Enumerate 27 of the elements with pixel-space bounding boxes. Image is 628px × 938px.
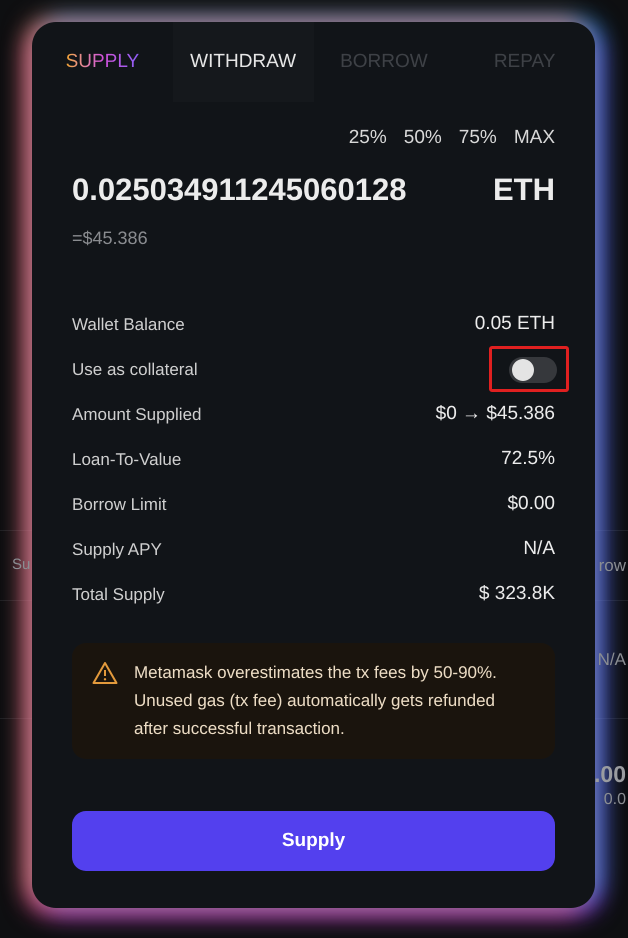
detail-label: Wallet Balance <box>72 314 185 336</box>
detail-value: $ 323.8K <box>478 582 555 606</box>
detail-value: $0 → $45.386 <box>436 402 555 426</box>
amount-input[interactable]: 0.025034911245060128 <box>72 166 406 213</box>
detail-label: Total Supply <box>72 584 165 606</box>
usd-value: =$45.386 <box>72 227 149 250</box>
detail-value: N/A <box>523 537 555 562</box>
detail-value: 0.05 ETH <box>474 312 555 336</box>
detail-label: Amount Supplied <box>72 404 202 426</box>
percent-button[interactable]: MAX <box>514 124 555 152</box>
supply-button[interactable]: Supply <box>72 811 555 871</box>
warning-icon <box>92 661 118 685</box>
detail-label: Loan-To-Value <box>72 448 182 471</box>
detail-label: Use as collateral <box>72 358 198 381</box>
detail-label: Borrow Limit <box>72 494 166 516</box>
tab[interactable]: SUPPLY <box>32 22 173 102</box>
percent-button[interactable]: 50% <box>404 124 442 152</box>
percent-button[interactable]: 25% <box>348 124 387 152</box>
percent-button[interactable]: 75% <box>458 124 497 152</box>
detail-label: Supply APY <box>72 538 162 561</box>
token-symbol: ETH <box>493 170 555 208</box>
tab[interactable]: WITHDRAW <box>172 22 314 102</box>
warning-text: Metamask overestimates the tx fees by 50-90%. Unused gas (tx fee) automatically gets refunded after successful transaction. <box>134 662 498 740</box>
detail-value: $0.00 <box>507 492 555 516</box>
detail-value: 72.5% <box>501 447 555 472</box>
column-label: Su <box>12 555 30 576</box>
toggle-switch[interactable] <box>509 356 557 382</box>
